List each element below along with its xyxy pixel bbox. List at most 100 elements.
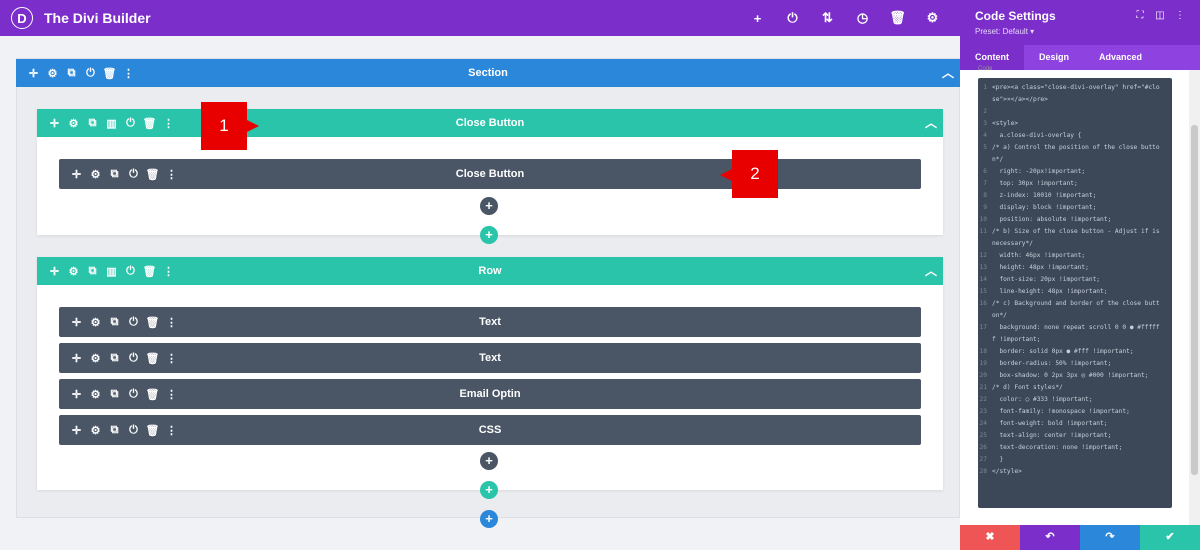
more-icon[interactable]: ⋮ <box>162 316 181 329</box>
duplicate-icon[interactable]: ⧉ <box>105 168 124 181</box>
gear-icon[interactable]: ⚙ <box>86 388 105 401</box>
line-number: 6 <box>983 168 987 175</box>
collapse-caret-icon[interactable]: ︿ <box>925 257 937 285</box>
duplicate-icon[interactable]: ⧉ <box>83 265 102 278</box>
gear-icon[interactable]: ⚙ <box>64 117 83 130</box>
add-icon[interactable]: + <box>740 11 775 26</box>
collapse-caret-icon[interactable]: ︿ <box>925 109 937 137</box>
trash-icon[interactable]: 🗑 <box>143 352 162 365</box>
code-text: font-family: !monospace !important; <box>992 408 1130 415</box>
power-icon[interactable]: ⏻ <box>124 352 143 365</box>
trash-icon[interactable]: 🗑 <box>140 265 159 278</box>
gear-icon[interactable]: ⚙ <box>915 10 950 26</box>
code-text: </style> <box>992 468 1022 475</box>
row-bar[interactable]: ✛ ⚙ ⧉ ▥ ⏻ 🗑 ⋮ Row ︿ <box>37 257 943 285</box>
more-icon[interactable]: ⋮ <box>1170 10 1190 21</box>
line-number: 12 <box>979 252 987 259</box>
more-icon[interactable]: ⋮ <box>159 265 178 278</box>
trash-icon[interactable]: 🗑 <box>143 316 162 329</box>
code-line: 26 text-decoration: none !important; <box>978 442 1172 454</box>
more-icon[interactable]: ⋮ <box>159 117 178 130</box>
tab-advanced[interactable]: Advanced <box>1084 45 1157 70</box>
power-icon[interactable]: ⏻ <box>124 168 143 181</box>
more-icon[interactable]: ⋮ <box>119 67 138 80</box>
more-icon[interactable]: ⋮ <box>162 352 181 365</box>
duplicate-icon[interactable]: ⧉ <box>62 67 81 80</box>
section-bar[interactable]: ✛ ⚙ ⧉ ⏻ 🗑 ⋮ Section ︿ <box>16 59 960 87</box>
columns-icon[interactable]: ▥ <box>102 265 121 278</box>
collapse-caret-icon[interactable]: ︿ <box>942 59 954 87</box>
more-icon[interactable]: ⋮ <box>162 424 181 437</box>
power-icon[interactable]: ⏻ <box>121 265 140 278</box>
duplicate-icon[interactable]: ⧉ <box>83 117 102 130</box>
preset-dropdown[interactable]: Preset: Default ▾ <box>975 27 1034 36</box>
trash-icon[interactable]: 🗑 <box>880 10 915 26</box>
duplicate-icon[interactable]: ⧉ <box>105 316 124 329</box>
module-email-optin[interactable]: ✛ ⚙ ⧉ ⏻ 🗑 ⋮ Email Optin <box>59 379 921 409</box>
move-icon[interactable]: ✛ <box>67 388 86 401</box>
move-icon[interactable]: ✛ <box>67 168 86 181</box>
row-bar[interactable]: ✛ ⚙ ⧉ ▥ ⏻ 🗑 ⋮ Close Button ︿ <box>37 109 943 137</box>
code-editor[interactable]: 1 <pre><a class="close-divi-overlay" href… <box>978 78 1172 508</box>
power-icon[interactable]: ⏻ <box>124 316 143 329</box>
redo-button[interactable]: ↷ <box>1080 525 1140 550</box>
module-close-button[interactable]: ✛ ⚙ ⧉ ⏻ 🗑 ⋮ Close Button <box>59 159 921 189</box>
add-section-button[interactable]: + <box>480 510 498 528</box>
split-view-icon[interactable]: ◫ <box>1150 10 1170 21</box>
move-icon[interactable]: ✛ <box>24 67 43 80</box>
power-icon[interactable]: ⏻ <box>121 117 140 130</box>
trash-icon[interactable]: 🗑 <box>143 388 162 401</box>
power-icon[interactable]: ⏻ <box>124 424 143 437</box>
add-module-button[interactable]: + <box>480 452 498 470</box>
divi-logo[interactable]: D <box>11 7 33 29</box>
add-row-button[interactable]: + <box>480 226 498 244</box>
power-icon[interactable]: ⏻ <box>775 10 810 26</box>
move-icon[interactable]: ✛ <box>45 117 64 130</box>
line-number: 27 <box>979 456 987 463</box>
code-text: height: 48px !important; <box>992 264 1089 271</box>
panel-scrollbar[interactable] <box>1189 70 1200 525</box>
sort-icon[interactable]: ⇅ <box>810 10 845 26</box>
gear-icon[interactable]: ⚙ <box>43 67 62 80</box>
module-text[interactable]: ✛ ⚙ ⧉ ⏻ 🗑 ⋮ Text <box>59 343 921 373</box>
gear-icon[interactable]: ⚙ <box>86 168 105 181</box>
tab-design[interactable]: Design <box>1024 45 1084 70</box>
scrollbar-thumb[interactable] <box>1191 125 1198 475</box>
add-module-button[interactable]: + <box>480 197 498 215</box>
line-number: 25 <box>979 432 987 439</box>
gear-icon[interactable]: ⚙ <box>86 352 105 365</box>
code-line: 18 border: solid 0px ● #fff !important; <box>978 346 1172 358</box>
callout-2: 2 <box>732 150 778 198</box>
move-icon[interactable]: ✛ <box>67 424 86 437</box>
power-icon[interactable]: ⏻ <box>124 388 143 401</box>
move-icon[interactable]: ✛ <box>67 316 86 329</box>
more-icon[interactable]: ⋮ <box>162 388 181 401</box>
trash-icon[interactable]: 🗑 <box>100 67 119 80</box>
trash-icon[interactable]: 🗑 <box>143 424 162 437</box>
gear-icon[interactable]: ⚙ <box>64 265 83 278</box>
save-button[interactable]: ✔ <box>1140 525 1200 550</box>
more-icon[interactable]: ⋮ <box>162 168 181 181</box>
move-icon[interactable]: ✛ <box>67 352 86 365</box>
trash-icon[interactable]: 🗑 <box>143 168 162 181</box>
columns-icon[interactable]: ▥ <box>102 117 121 130</box>
duplicate-icon[interactable]: ⧉ <box>105 424 124 437</box>
undo-button[interactable]: ↶ <box>1020 525 1080 550</box>
move-icon[interactable]: ✛ <box>45 265 64 278</box>
module-text[interactable]: ✛ ⚙ ⧉ ⏻ 🗑 ⋮ Text <box>59 307 921 337</box>
duplicate-icon[interactable]: ⧉ <box>105 352 124 365</box>
module-css[interactable]: ✛ ⚙ ⧉ ⏻ 🗑 ⋮ CSS <box>59 415 921 445</box>
power-icon[interactable]: ⏻ <box>81 67 100 80</box>
code-text: } <box>992 456 1004 463</box>
duplicate-icon[interactable]: ⧉ <box>105 388 124 401</box>
code-line: 10 position: absolute !important; <box>978 214 1172 226</box>
gear-icon[interactable]: ⚙ <box>86 424 105 437</box>
code-text: border-radius: 50% !important; <box>992 360 1112 367</box>
trash-icon[interactable]: 🗑 <box>140 117 159 130</box>
callout-1-arrow <box>247 120 259 132</box>
gear-icon[interactable]: ⚙ <box>86 316 105 329</box>
history-icon[interactable]: ◷ <box>845 10 880 26</box>
expand-icon[interactable]: ⛶ <box>1130 10 1150 21</box>
add-row-button[interactable]: + <box>480 481 498 499</box>
discard-button[interactable]: ✖ <box>960 525 1020 550</box>
